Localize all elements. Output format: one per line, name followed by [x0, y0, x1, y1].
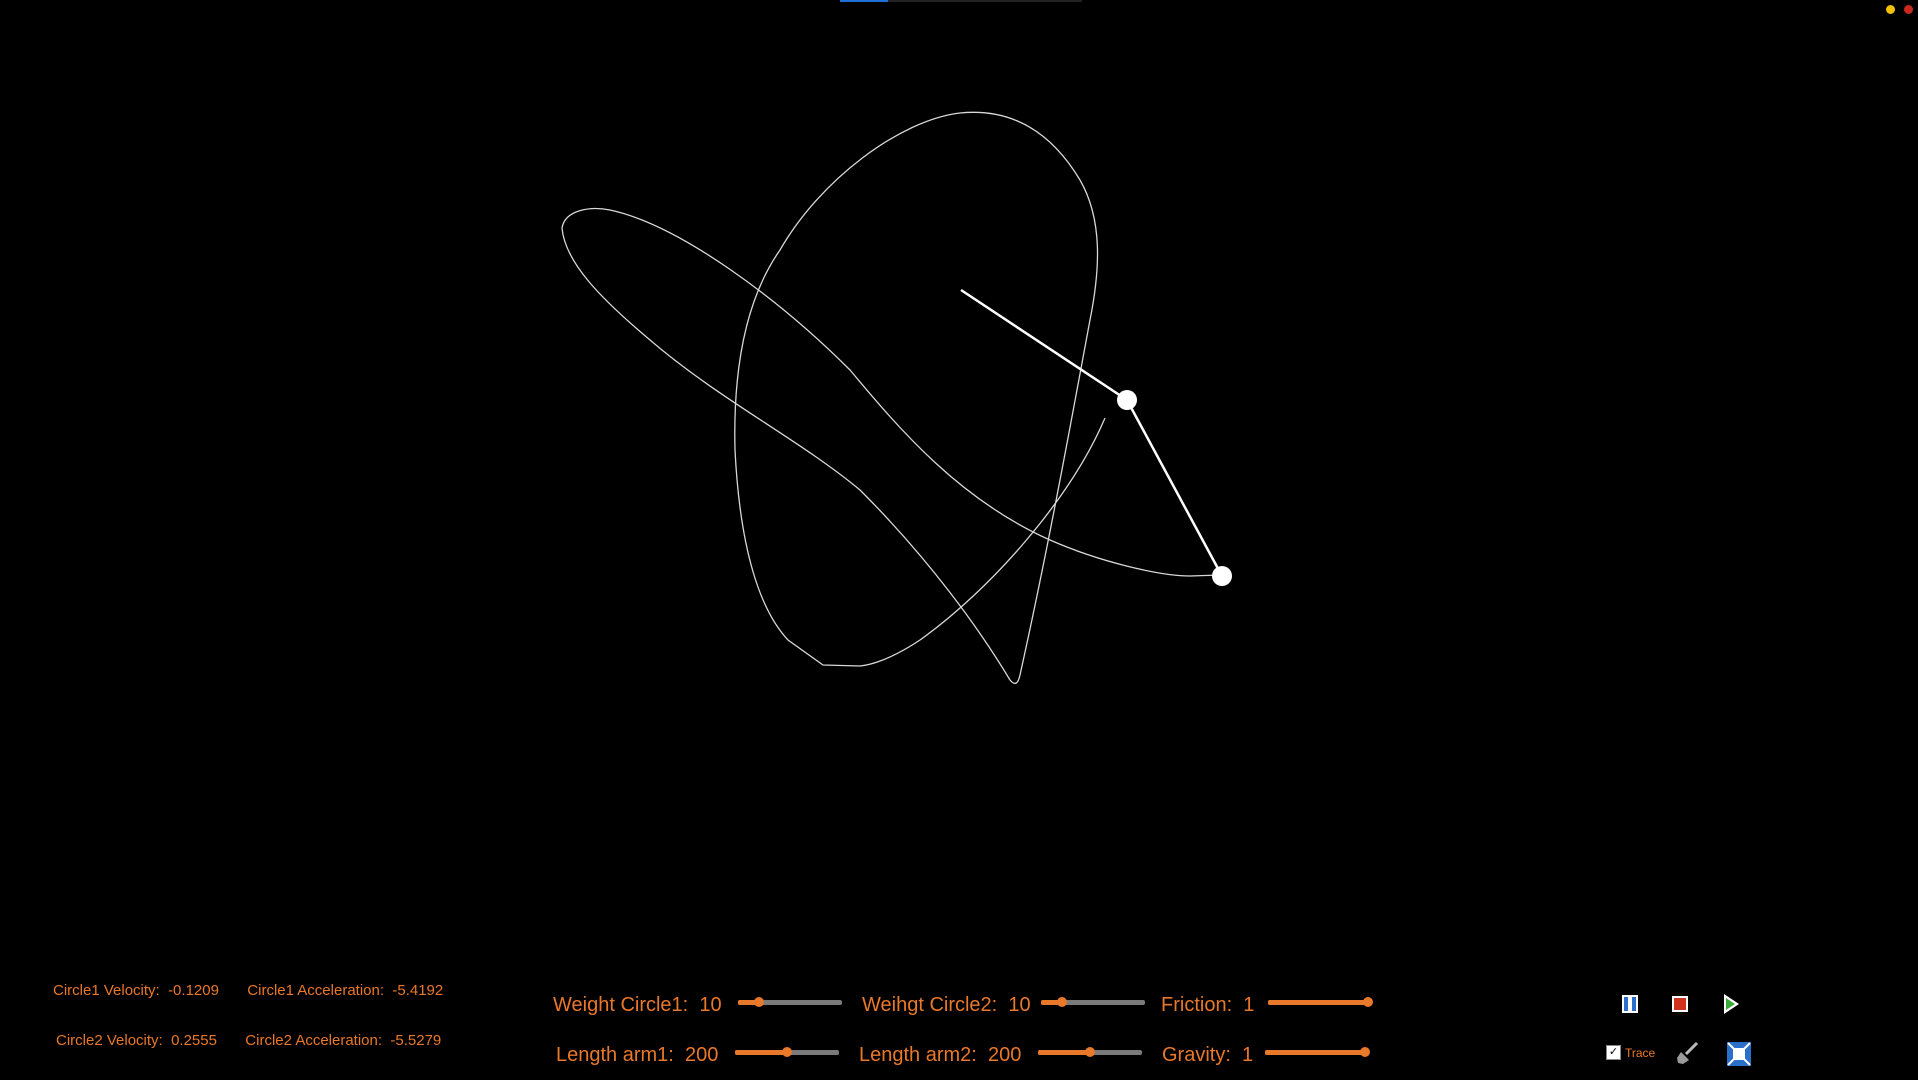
length-arm2-slider[interactable]: [1038, 1044, 1142, 1060]
fit-screen-button[interactable]: [1725, 1040, 1751, 1066]
gravity-control: Gravity: 1: [1162, 1044, 1253, 1067]
length-arm1-label: Length arm1:: [556, 1044, 674, 1066]
play-button[interactable]: [1717, 991, 1743, 1017]
weight-circle1-control: Weight Circle1: 10: [553, 994, 722, 1017]
weight-circle2-label: Weihgt Circle2:: [862, 994, 998, 1016]
weight-circle2-slider[interactable]: [1041, 994, 1145, 1010]
stop-button[interactable]: [1667, 991, 1693, 1017]
brush-icon: [1677, 1041, 1699, 1064]
length-arm1-value: 200: [684, 1044, 719, 1066]
slider-thumb[interactable]: [1360, 1047, 1370, 1057]
weight-circle1-slider[interactable]: [738, 994, 842, 1010]
fit-screen-icon: [1727, 1042, 1751, 1066]
circle1-velocity-label: Circle1 Velocity:: [53, 982, 160, 999]
weight-circle1-label: Weight Circle1:: [553, 994, 689, 1016]
circle2-acceleration-value: -5.5279: [390, 1032, 442, 1049]
circle1[interactable]: [1117, 390, 1137, 410]
pause-button[interactable]: [1617, 991, 1643, 1017]
arm1: [960, 288, 1128, 402]
circle1-stats: Circle1 Velocity: -0.1209 Circle1 Accele…: [53, 982, 443, 999]
circle2[interactable]: [1212, 566, 1232, 586]
friction-slider[interactable]: [1268, 994, 1373, 1010]
weight-circle2-control: Weihgt Circle2: 10: [862, 994, 1031, 1017]
trace-toggle[interactable]: ✓ Trace: [1606, 1045, 1655, 1060]
weight-circle1-value: 10: [699, 994, 722, 1016]
clear-trace-button[interactable]: [1675, 1040, 1701, 1066]
weight-circle2-value: 10: [1008, 994, 1031, 1016]
friction-value: 1: [1243, 994, 1255, 1016]
slider-thumb[interactable]: [1056, 997, 1067, 1007]
gravity-slider[interactable]: [1265, 1044, 1370, 1060]
length-arm1-control: Length arm1: 200: [556, 1044, 718, 1067]
slider-thumb[interactable]: [1363, 997, 1373, 1007]
trace-checkbox[interactable]: ✓: [1606, 1045, 1621, 1060]
slider-thumb[interactable]: [753, 997, 764, 1007]
friction-control: Friction: 1: [1161, 994, 1254, 1017]
circle1-velocity-value: -0.1209: [168, 982, 219, 999]
circle2-velocity-label: Circle2 Velocity:: [56, 1032, 163, 1049]
play-icon: [1724, 994, 1739, 1014]
length-arm2-label: Length arm2:: [859, 1044, 977, 1066]
trace-label: Trace: [1625, 1045, 1656, 1060]
circle1-acceleration-label: Circle1 Acceleration:: [247, 982, 385, 999]
length-arm2-value: 200: [987, 1044, 1022, 1066]
pause-icon: [1622, 995, 1638, 1013]
simulation-canvas: [561, 111, 1232, 685]
gravity-label: Gravity:: [1162, 1044, 1231, 1066]
circle2-acceleration-label: Circle2 Acceleration:: [245, 1032, 383, 1049]
circle1-acceleration-value: -5.4192: [392, 982, 444, 999]
slider-thumb[interactable]: [1085, 1047, 1095, 1057]
stop-icon: [1672, 996, 1688, 1012]
friction-label: Friction:: [1161, 994, 1233, 1016]
circle2-velocity-value: 0.2555: [171, 1032, 217, 1049]
slider-thumb[interactable]: [782, 1047, 792, 1057]
arm2: [1125, 399, 1224, 577]
length-arm2-control: Length arm2: 200: [859, 1044, 1021, 1067]
circle2-stats: Circle2 Velocity: 0.2555 Circle2 Acceler…: [56, 1032, 441, 1049]
length-arm1-slider[interactable]: [735, 1044, 839, 1060]
gravity-value: 1: [1242, 1044, 1254, 1066]
